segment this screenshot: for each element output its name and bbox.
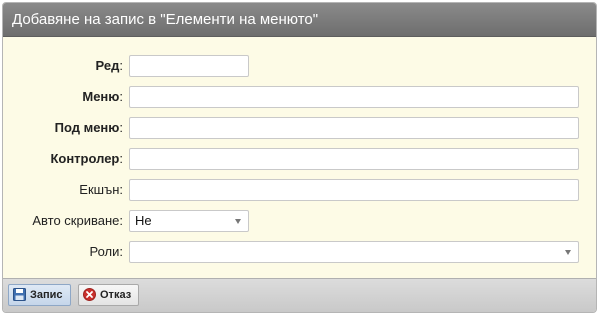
dialog-footer: Запис Отказ — [3, 278, 596, 312]
chevron-down-icon — [565, 250, 571, 255]
cancel-button[interactable]: Отказ — [78, 284, 140, 306]
order-input[interactable] — [129, 55, 249, 77]
row-controller: Контролер: — [3, 148, 596, 174]
save-label: Запис — [30, 289, 63, 301]
add-record-dialog: Добавяне на запис в "Елементи на менюто"… — [2, 2, 597, 313]
row-order: Ред: — [3, 55, 596, 81]
row-menu: Меню: — [3, 86, 596, 112]
roles-label: Роли: — [89, 244, 123, 259]
controller-label: Контролер: — [50, 151, 123, 166]
chevron-down-icon — [235, 219, 241, 224]
controller-input[interactable] — [129, 148, 579, 170]
row-action: Екшън: — [3, 179, 596, 205]
order-label: Ред: — [95, 58, 123, 73]
auto-hide-value: Не — [135, 213, 152, 228]
row-submenu: Под меню: — [3, 117, 596, 143]
action-input[interactable] — [129, 179, 579, 201]
save-button[interactable]: Запис — [8, 284, 71, 306]
row-auto-hide: Авто скриване: Не — [3, 210, 596, 236]
menu-input[interactable] — [129, 86, 579, 108]
roles-select[interactable] — [129, 241, 579, 263]
auto-hide-label: Авто скриване: — [32, 213, 123, 228]
row-roles: Роли: — [3, 241, 596, 267]
cancel-label: Отказ — [100, 289, 132, 301]
x-circle-icon — [83, 288, 96, 301]
auto-hide-select[interactable]: Не — [129, 210, 249, 232]
submenu-input[interactable] — [129, 117, 579, 139]
action-label: Екшън: — [79, 182, 123, 197]
floppy-disk-icon — [13, 288, 26, 301]
record-form: Ред: Меню: Под меню: Контролер: Екшън: А… — [3, 37, 596, 278]
menu-label: Меню: — [82, 89, 123, 104]
submenu-label: Под меню: — [54, 120, 123, 135]
dialog-title: Добавяне на запис в "Елементи на менюто" — [3, 3, 596, 37]
